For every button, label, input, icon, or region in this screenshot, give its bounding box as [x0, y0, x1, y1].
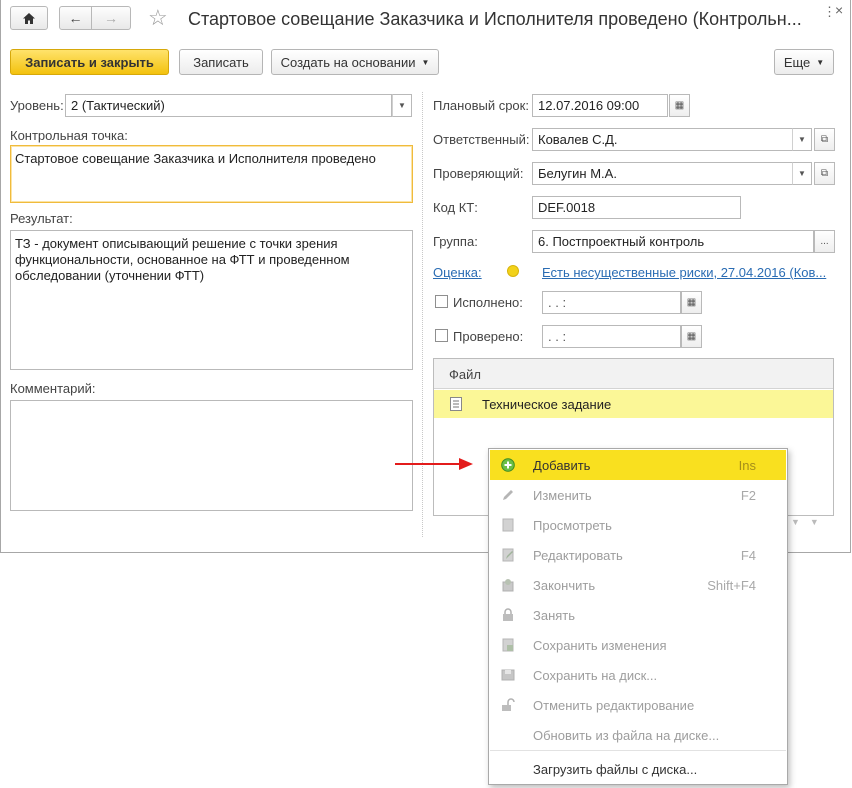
status-indicator-icon: [507, 265, 519, 277]
menu-item-label: Занять: [533, 608, 576, 623]
menu-item-label: Изменить: [533, 488, 592, 503]
menu-separator: [490, 750, 786, 751]
home-button[interactable]: [10, 6, 48, 30]
level-label: Уровень:: [10, 98, 64, 113]
menu-item-edit[interactable]: Изменить F2: [490, 480, 786, 510]
assessment-value-link[interactable]: Есть несущественные риски, 27.04.2016 (К…: [542, 265, 826, 280]
assessment-label-link[interactable]: Оценка:: [433, 265, 482, 280]
window-title: Стартовое совещание Заказчика и Исполнит…: [188, 9, 802, 29]
calendar-icon[interactable]: ▦: [681, 325, 702, 348]
menu-item-cancel-edit[interactable]: Отменить редактирование: [490, 690, 786, 720]
responsible-field[interactable]: Ковалев С.Д.: [532, 128, 793, 151]
unlock-icon: [502, 698, 515, 711]
done-date-field[interactable]: . . :: [542, 291, 681, 314]
menu-item-shortcut: Ins: [738, 458, 756, 473]
comment-label: Комментарий:: [10, 381, 96, 396]
file-column-header[interactable]: Файл: [449, 367, 481, 382]
save-button[interactable]: Записать: [179, 49, 263, 75]
open-icon[interactable]: ⧉: [814, 162, 835, 185]
close-icon[interactable]: ×: [835, 2, 843, 18]
favorite-star-icon[interactable]: ☆: [148, 5, 168, 31]
menu-item-add[interactable]: Добавить Ins: [490, 450, 786, 480]
more-label: Еще: [783, 54, 811, 70]
reviewer-label: Проверяющий:: [433, 166, 524, 181]
level-field[interactable]: 2 (Тактический): [65, 94, 392, 117]
kt-code-label: Код КТ:: [433, 200, 478, 215]
document-icon: [450, 397, 462, 411]
level-dropdown-button[interactable]: ▼: [392, 94, 412, 117]
menu-item-save-disk[interactable]: Сохранить на диск...: [490, 660, 786, 690]
view-icon: [502, 518, 514, 532]
menu-item-label: Обновить из файла на диске...: [533, 728, 720, 743]
menu-item-edit-file[interactable]: Редактировать F4: [490, 540, 786, 570]
menu-item-save-changes[interactable]: Сохранить изменения: [490, 630, 786, 660]
calendar-icon[interactable]: ▦: [681, 291, 702, 314]
finish-icon: [502, 579, 514, 592]
menu-item-shortcut: Shift+F4: [707, 578, 756, 593]
menu-item-label: Сохранить на диск...: [533, 668, 658, 683]
menu-item-lock[interactable]: Занять: [490, 600, 786, 630]
chevron-down-icon: ▼: [816, 57, 825, 67]
home-icon: [23, 12, 35, 24]
arrow-right-icon: →: [104, 10, 118, 26]
menu-item-label: Добавить: [533, 458, 591, 473]
menu-item-finish[interactable]: Закончить Shift+F4: [490, 570, 786, 600]
checkpoint-textarea[interactable]: Стартовое совещание Заказчика и Исполнит…: [10, 145, 413, 203]
reviewer-dropdown-button[interactable]: ▼: [792, 162, 812, 185]
result-label: Результат:: [10, 211, 73, 226]
add-icon: [501, 458, 515, 472]
table-row[interactable]: Техническое задание: [434, 390, 833, 418]
kt-code-field[interactable]: DEF.0018: [532, 196, 741, 219]
scroll-down-icon[interactable]: ▼ ▼: [791, 517, 834, 535]
planned-date-label: Плановый срок:: [433, 98, 529, 113]
select-ellipsis-button[interactable]: ...: [814, 230, 835, 253]
checked-checkbox[interactable]: [435, 329, 448, 342]
responsible-dropdown-button[interactable]: ▼: [792, 128, 812, 151]
edit-file-icon: [502, 548, 514, 562]
checked-label: Проверено:: [453, 329, 524, 344]
menu-item-shortcut: F2: [740, 488, 756, 503]
chevron-down-icon: ▼: [421, 57, 430, 67]
pencil-icon: [503, 490, 513, 500]
red-arrow-icon: [395, 458, 473, 470]
context-menu: Добавить Ins Изменить F2 Просмотреть Ред…: [488, 448, 788, 785]
save-disk-icon: [501, 669, 515, 681]
save-changes-icon: [502, 638, 514, 652]
create-based-on-label: Создать на основании: [280, 54, 416, 70]
back-button[interactable]: ←: [59, 6, 92, 30]
menu-item-label: Загрузить файлы с диска...: [533, 762, 698, 777]
calendar-icon[interactable]: ▦: [669, 94, 690, 117]
arrow-left-icon: ←: [68, 10, 83, 26]
menu-item-label: Просмотреть: [533, 518, 612, 533]
table-header: Файл: [434, 359, 833, 389]
menu-item-shortcut: F4: [740, 548, 756, 563]
done-label: Исполнено:: [453, 295, 523, 310]
menu-item-label: Редактировать: [533, 548, 623, 563]
lock-icon: [503, 608, 513, 621]
save-and-close-button[interactable]: Записать и закрыть: [10, 49, 169, 75]
menu-item-refresh-from-disk[interactable]: Обновить из файла на диске...: [490, 720, 786, 750]
comment-textarea[interactable]: [10, 400, 413, 511]
reviewer-field[interactable]: Белугин М.А.: [532, 162, 793, 185]
responsible-label: Ответственный:: [433, 132, 530, 147]
checkpoint-label: Контрольная точка:: [10, 128, 128, 143]
done-checkbox[interactable]: [435, 295, 448, 308]
more-button[interactable]: Еще ▼: [774, 49, 834, 75]
forward-button[interactable]: →: [91, 6, 131, 30]
checked-date-field[interactable]: . . :: [542, 325, 681, 348]
menu-item-label: Сохранить изменения: [533, 638, 667, 653]
open-icon[interactable]: ⧉: [814, 128, 835, 151]
result-textarea[interactable]: ТЗ - документ описывающий решение с точк…: [10, 230, 413, 370]
group-field[interactable]: 6. Постпроектный контроль: [532, 230, 814, 253]
group-label: Группа:: [433, 234, 478, 249]
create-based-on-button[interactable]: Создать на основании ▼: [271, 49, 439, 75]
menu-item-view[interactable]: Просмотреть: [490, 510, 786, 540]
menu-item-label: Закончить: [533, 578, 596, 593]
file-name: Техническое задание: [482, 397, 612, 412]
menu-item-label: Отменить редактирование: [533, 698, 695, 713]
planned-date-field[interactable]: 12.07.2016 09:00: [532, 94, 668, 117]
menu-item-upload-files[interactable]: Загрузить файлы с диска...: [490, 754, 786, 784]
